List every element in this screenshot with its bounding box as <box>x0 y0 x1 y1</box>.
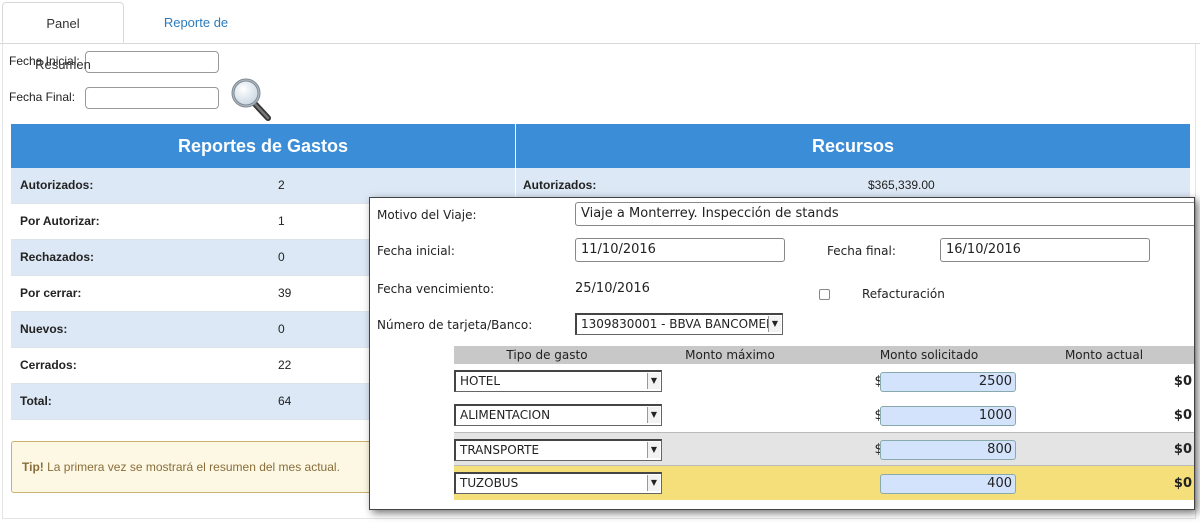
table-row: ALIMENTACION▼ $ 4800 1000 $0 <box>454 398 1194 432</box>
column-header-actual: Monto actual <box>1064 348 1144 362</box>
requested-amount-input[interactable]: 800 <box>880 440 1016 460</box>
expense-type-value: TUZOBUS <box>460 476 519 490</box>
expense-type-select[interactable]: TRANSPORTE ▼ <box>454 439 662 461</box>
refacturacion-checkbox[interactable] <box>819 289 830 300</box>
current-amount: $0 <box>1173 408 1192 423</box>
row-value: 39 <box>278 286 292 300</box>
row-label: Cerrados: <box>20 358 77 372</box>
row-value: 2 <box>278 178 285 192</box>
row-label: Rechazados: <box>20 250 95 264</box>
table-row: TUZOBUS▼ $ 480 400 $0 <box>454 466 1194 500</box>
fecha-inicial-input[interactable]: 11/10/2016 <box>575 238 785 262</box>
fecha-final-label: Fecha final: <box>827 244 896 258</box>
refacturacion-label: Refacturación <box>862 287 945 301</box>
row-label: Total: <box>20 394 52 408</box>
tab-panel-resumen[interactable]: Panel Resumen <box>2 2 124 72</box>
tip-bold: Tip! <box>22 460 44 474</box>
magnifier-search-icon[interactable] <box>230 76 272 122</box>
row-label: Por cerrar: <box>20 286 82 300</box>
tip-text: La primera vez se mostrará el resumen de… <box>43 460 340 474</box>
end-date-input[interactable] <box>85 87 219 109</box>
start-date-input[interactable] <box>85 51 219 73</box>
resources-table: Recursos Autorizados: $365,339.00 <box>516 124 1190 204</box>
chevron-down-icon: ▼ <box>768 316 781 332</box>
row-label: Autorizados: <box>20 178 94 192</box>
table-row: HOTEL▼ $ 4800 2500 $0 <box>454 364 1194 398</box>
row-value: 0 <box>278 322 285 336</box>
row-value: 64 <box>278 394 292 408</box>
vencimiento-value: 25/10/2016 <box>575 281 650 296</box>
motivo-input[interactable]: Viaje a Monterrey. Inspección de stands <box>575 202 1194 226</box>
requested-amount-input[interactable]: 2500 <box>880 372 1016 392</box>
column-header-solicitado: Monto solicitado <box>879 348 979 362</box>
column-header-maximo: Monto máximo <box>685 348 775 362</box>
expense-type-value: HOTEL <box>460 374 501 388</box>
requested-amount-input[interactable]: 400 <box>880 474 1016 494</box>
expense-type-select[interactable]: HOTEL ▼ <box>454 370 662 392</box>
row-label: Por Autorizar: <box>20 214 100 228</box>
requested-amount-input[interactable]: 1000 <box>880 406 1016 426</box>
current-amount: $0 <box>1173 476 1192 491</box>
tip-alert: Tip! La primera vez se mostrará el resum… <box>11 441 391 493</box>
resources-title: Recursos <box>516 124 1190 168</box>
expense-type-select[interactable]: TUZOBUS ▼ <box>454 472 662 494</box>
table-row: TRANSPORTE▼ $ 4800 800 $0 <box>454 432 1194 466</box>
chevron-down-icon: ▼ <box>647 475 660 491</box>
tarjeta-select[interactable]: 1309830001 - BBVA BANCOMER ▼ <box>575 313 783 335</box>
current-amount: $0 <box>1173 374 1192 389</box>
row-label: Nuevos: <box>20 322 68 336</box>
row-value: 1 <box>278 214 285 228</box>
chevron-down-icon: ▼ <box>647 373 660 389</box>
expense-type-select[interactable]: ALIMENTACION ▼ <box>454 404 662 426</box>
column-header-tipo: Tipo de gasto <box>506 348 588 362</box>
current-amount: $0 <box>1173 442 1192 457</box>
expense-type-table-header: Tipo de gasto Monto máximo Monto solicit… <box>454 346 1194 364</box>
row-value: 0 <box>278 250 285 264</box>
chevron-down-icon: ▼ <box>647 442 660 458</box>
chevron-down-icon: ▼ <box>647 407 660 423</box>
travel-request-form: Motivo del Viaje: Viaje a Monterrey. Ins… <box>369 197 1195 510</box>
fecha-inicial-label: Fecha inicial: <box>377 244 455 258</box>
tarjeta-select-value: 1309830001 - BBVA BANCOMER <box>581 317 775 331</box>
expense-type-value: ALIMENTACION <box>460 408 551 422</box>
expense-reports-title: Reportes de Gastos <box>11 124 515 168</box>
row-value: 22 <box>278 358 292 372</box>
fecha-final-input[interactable]: 16/10/2016 <box>940 238 1150 262</box>
tab-bar: Panel Resumen Reporte de Gastos <box>0 0 1200 72</box>
tab-reporte-de-gastos[interactable]: Reporte de Gastos <box>126 2 266 71</box>
end-date-label: Fecha Final: <box>9 90 76 104</box>
tarjeta-label: Número de tarjeta/Banco: <box>377 318 533 332</box>
motivo-label: Motivo del Viaje: <box>377 208 477 222</box>
expense-type-value: TRANSPORTE <box>460 443 540 457</box>
vencimiento-label: Fecha vencimiento: <box>377 282 495 296</box>
